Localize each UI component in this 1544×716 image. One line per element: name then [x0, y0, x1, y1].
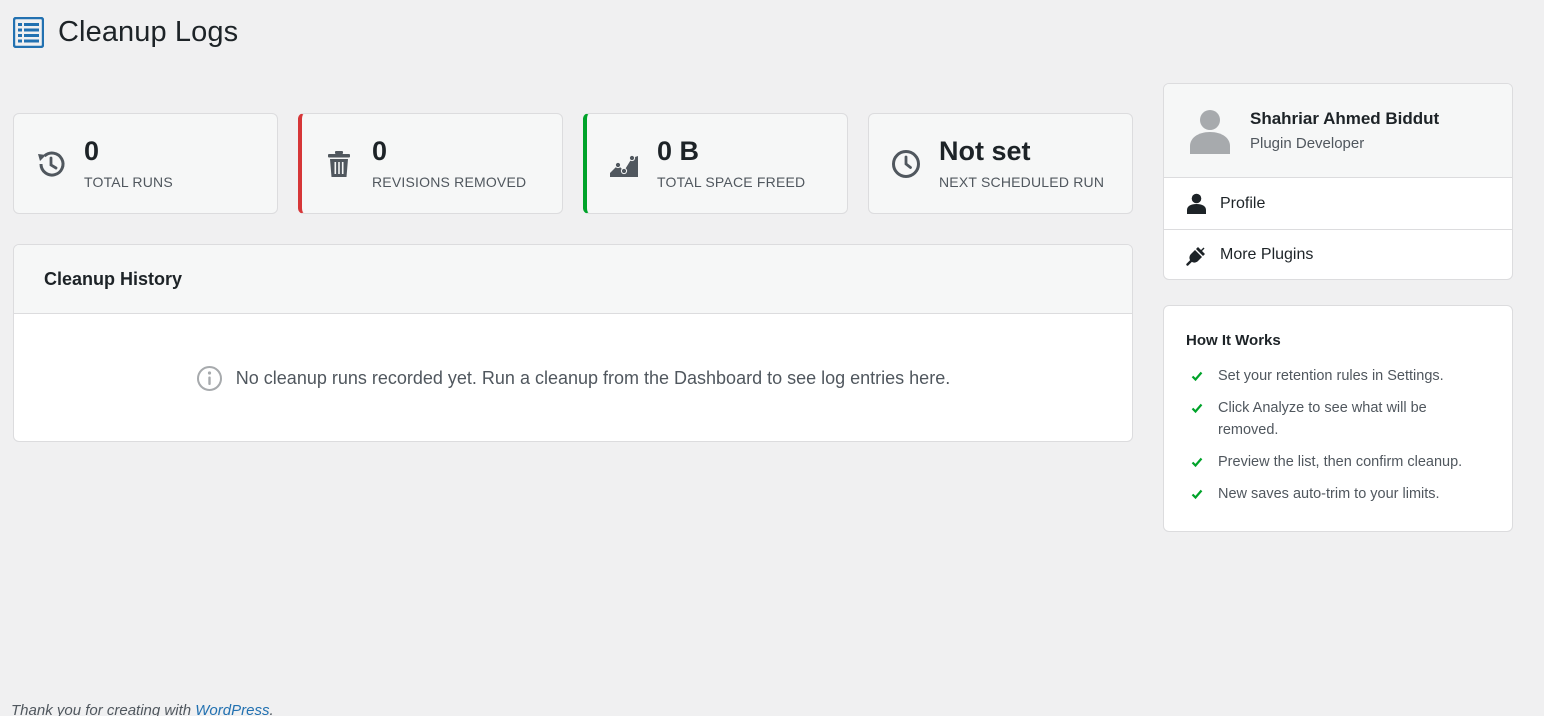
list-item: Click Analyze to see what will be remove… — [1186, 397, 1490, 441]
developer-profile-card: Shahriar Ahmed Biddut Plugin Developer P… — [1163, 83, 1513, 280]
stat-value: 0 B — [657, 135, 700, 166]
footer-suffix: . — [269, 702, 274, 716]
step-text: Click Analyze to see what will be remove… — [1218, 400, 1427, 438]
developer-name: Shahriar Ahmed Biddut — [1250, 109, 1440, 128]
history-title: Cleanup History — [44, 268, 183, 289]
list-item: Set your retention rules in Settings. — [1186, 365, 1490, 387]
stat-card-next-run: Not set NEXT SCHEDULED RUN — [868, 113, 1133, 214]
list-icon — [13, 17, 44, 48]
stat-label: NEXT SCHEDULED RUN — [939, 174, 1105, 191]
stats-row: 0 TOTAL RUNS 0 REVISIONS REMOVED 0 B TOT… — [13, 113, 1133, 214]
clock-icon — [892, 149, 920, 178]
history-empty-state: No cleanup runs recorded yet. Run a clea… — [14, 314, 1132, 441]
stat-card-revisions-removed: 0 REVISIONS REMOVED — [298, 113, 563, 214]
stat-value: Not set — [939, 135, 1031, 166]
footer-text: Thank you for creating with — [11, 702, 196, 716]
profile-link-label: Profile — [1220, 194, 1266, 212]
list-item: Preview the list, then confirm cleanup. — [1186, 451, 1490, 473]
how-it-works-title: How It Works — [1186, 332, 1281, 349]
area-chart-icon — [610, 154, 638, 177]
check-icon — [1191, 457, 1203, 468]
user-icon — [1187, 193, 1206, 214]
more-plugins-label: More Plugins — [1220, 246, 1314, 263]
how-it-works-card: How It Works Set your retention rules in… — [1163, 305, 1513, 532]
check-icon — [1191, 489, 1203, 500]
empty-message: No cleanup runs recorded yet. Run a clea… — [235, 367, 951, 388]
stat-card-total-runs: 0 TOTAL RUNS — [13, 113, 278, 214]
check-icon — [1191, 403, 1203, 414]
wordpress-link[interactable]: WordPress — [195, 702, 269, 716]
how-it-works-list: Set your retention rules in Settings. Cl… — [1186, 365, 1490, 505]
step-text: Set your retention rules in Settings. — [1218, 368, 1444, 384]
page-header: Cleanup Logs — [13, 16, 238, 49]
more-plugins-link[interactable]: More Plugins — [1164, 229, 1512, 279]
developer-role: Plugin Developer — [1250, 135, 1365, 152]
stat-label: REVISIONS REMOVED — [372, 174, 527, 191]
stat-value: 0 — [372, 135, 388, 166]
check-icon — [1191, 371, 1203, 382]
history-icon — [38, 151, 65, 177]
stat-value: 0 — [84, 135, 100, 166]
trash-icon — [328, 150, 350, 177]
list-item: New saves auto-trim to your limits. — [1186, 483, 1490, 505]
avatar-icon — [1190, 109, 1230, 154]
admin-footer: Thank you for creating with WordPress. — [11, 702, 274, 716]
stat-label: TOTAL SPACE FREED — [657, 174, 806, 191]
stat-card-space-freed: 0 B TOTAL SPACE FREED — [583, 113, 848, 214]
step-text: New saves auto-trim to your limits. — [1218, 486, 1440, 502]
page-title: Cleanup Logs — [58, 16, 239, 48]
profile-header: Shahriar Ahmed Biddut Plugin Developer — [1164, 84, 1512, 178]
info-icon — [196, 365, 222, 391]
profile-link[interactable]: Profile — [1164, 178, 1512, 229]
plug-icon — [1186, 246, 1205, 266]
history-header: Cleanup History — [14, 245, 1132, 314]
cleanup-history-panel: Cleanup History No cleanup runs recorded… — [13, 244, 1133, 442]
stat-label: TOTAL RUNS — [84, 174, 173, 191]
step-text: Preview the list, then confirm cleanup. — [1218, 454, 1463, 470]
